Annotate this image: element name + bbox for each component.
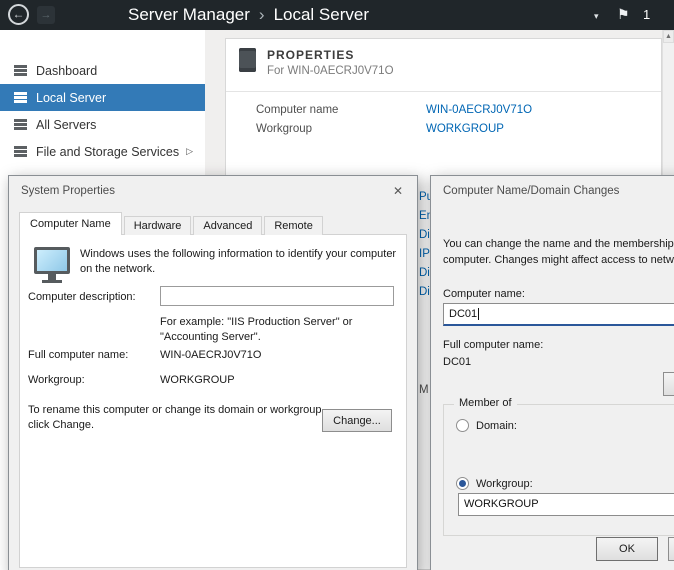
dashboard-icon [14,65,27,76]
sidebar-item-local-server[interactable]: Local Server [0,84,205,111]
server-icon [239,48,256,72]
tab-remote[interactable]: Remote [264,216,323,235]
property-row: Workgroup WORKGROUP [256,119,532,138]
titlebar: ← → Server Manager › Local Server ▾ ⚑ 1 [0,0,674,30]
domain-radio-row[interactable]: Domain: [456,419,517,432]
workgroup-label: Workgroup: [476,478,533,490]
file-storage-icon [14,146,27,157]
member-of-label: Member of [454,397,517,409]
ok-button[interactable]: OK [596,537,658,561]
close-icon[interactable]: ✕ [387,182,409,200]
divider [226,91,661,92]
system-properties-dialog: System Properties ✕ Computer Name Hardwa… [8,175,418,570]
rename-hint-text: To rename this computer or change its do… [28,403,328,433]
cancel-button[interactable] [668,537,674,561]
computer-description-input[interactable] [160,286,394,306]
notification-count[interactable]: 1 [643,7,650,22]
computer-name-input-value: DC01 [449,308,477,320]
intro-text: Windows uses the following information t… [80,247,404,277]
computer-name-domain-changes-dialog: Computer Name/Domain Changes You can cha… [430,175,674,570]
clipped-text-fragment: M [419,384,429,396]
panel-subtitle: For WIN-0AECRJ0V71O [267,65,394,77]
back-arrow-icon: ← [13,7,25,21]
computer-name-input[interactable]: DC01 [443,303,674,326]
sidebar-item-all-servers[interactable]: All Servers [0,111,205,138]
text-caret [478,308,479,320]
computer-name-label: Computer name: [443,288,525,300]
more-button[interactable] [663,372,674,396]
breadcrumb-separator-icon: › [259,5,265,24]
computer-icon [34,247,70,274]
clipped-link-fragment[interactable]: Di [419,267,430,279]
breadcrumb-current[interactable]: Local Server [274,5,369,24]
computer-name-tab-page: Windows uses the following information t… [19,234,407,568]
workgroup-radio-row[interactable]: Workgroup: [456,477,533,490]
domain-radio[interactable] [456,419,469,432]
full-computer-name-value: DC01 [443,356,471,368]
tab-strip: Computer Name Hardware Advanced Remote [19,212,325,235]
intro-text-line2: computer. Changes might affect access to… [443,254,674,266]
sidebar-spacer [0,30,205,57]
sidebar-item-label: File and Storage Services [36,145,179,159]
property-label: Computer name [256,104,426,116]
workgroup-value: WORKGROUP [160,374,235,386]
property-row: Computer name WIN-0AECRJ0V71O [256,100,532,119]
chevron-right-icon[interactable]: ▷ [186,146,193,157]
caret-down-icon[interactable]: ▾ [594,11,599,22]
panel-title: PROPERTIES [267,48,354,62]
workgroup-radio[interactable] [456,477,469,490]
property-label: Workgroup [256,123,426,135]
full-computer-name-label: Full computer name: [443,339,543,351]
sidebar-item-dashboard[interactable]: Dashboard [0,57,205,84]
all-servers-icon [14,119,27,130]
member-of-group: Member of Domain: Workgroup: WORKGROUP [443,404,674,536]
forward-arrow-icon: → [41,9,52,21]
local-server-icon [14,92,27,103]
intro-text-line1: You can change the name and the membersh… [443,238,674,250]
tab-hardware[interactable]: Hardware [124,216,192,235]
clipped-link-fragment[interactable]: IP [419,248,430,260]
sidebar-item-label: All Servers [36,118,96,132]
sidebar-item-label: Dashboard [36,64,97,78]
app-title[interactable]: Server Manager [128,5,250,24]
notifications-flag-icon[interactable]: ⚑ [617,6,630,23]
sidebar-item-file-storage-services[interactable]: File and Storage Services ▷ [0,138,205,165]
full-computer-name-label: Full computer name: [28,349,128,361]
property-rows: Computer name WIN-0AECRJ0V71O Workgroup … [256,100,532,138]
computer-name-link[interactable]: WIN-0AECRJ0V71O [426,104,532,116]
clipped-link-fragment[interactable]: Di [419,286,430,298]
back-button[interactable]: ← [8,4,29,25]
change-button[interactable]: Change... [322,409,392,432]
full-computer-name-value: WIN-0AECRJ0V71O [160,349,261,361]
workgroup-label: Workgroup: [28,374,85,386]
scroll-up-arrow-icon: ▲ [665,33,672,40]
forward-button[interactable]: → [37,6,55,24]
computer-description-label: Computer description: [28,291,136,303]
example-text: For example: "IIS Production Server" or … [160,315,410,345]
scroll-up-button[interactable]: ▲ [663,30,674,43]
workgroup-link[interactable]: WORKGROUP [426,123,504,135]
dialog-title: Computer Name/Domain Changes [443,185,619,197]
dialog-title: System Properties [21,185,115,197]
domain-label: Domain: [476,420,517,432]
clipped-link-fragment[interactable]: Di [419,229,430,241]
sidebar-item-label: Local Server [36,91,106,105]
workgroup-input[interactable]: WORKGROUP [458,493,674,516]
workgroup-input-value: WORKGROUP [464,498,539,510]
tab-computer-name[interactable]: Computer Name [19,212,122,235]
breadcrumb: Server Manager › Local Server [128,0,369,30]
tab-advanced[interactable]: Advanced [193,216,262,235]
